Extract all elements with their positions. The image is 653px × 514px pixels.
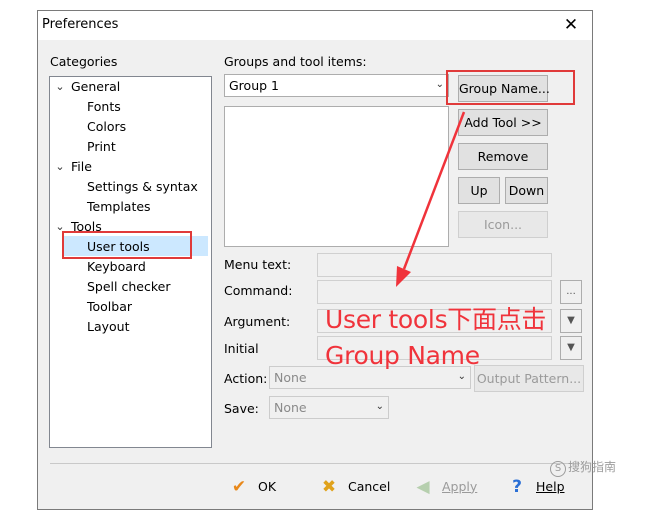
checkmark-icon: ✔ [231,476,247,497]
cancel-label: Cancel [348,478,391,494]
help-question-icon: ? [512,476,522,497]
help-label: Help [536,478,565,494]
footer-separator [50,463,580,464]
watermark: S 搜狗指南 [550,458,616,477]
apply-label: Apply [442,478,478,494]
annotation-text-line1: User tools下面点击 [325,305,547,334]
watermark-logo-icon: S [550,461,566,477]
annotation-arrow [396,111,466,287]
ok-button[interactable]: ✔ OK [228,473,276,499]
preferences-dialog: Preferences ✕ Categories ⌄ General Fonts… [37,10,593,510]
ok-label: OK [258,478,277,494]
apply-button[interactable]: ◀ Apply [412,473,477,499]
apply-arrow-icon: ◀ [416,476,430,497]
cancel-button[interactable]: ✖ Cancel [318,473,390,499]
annotation-text-line2: Group Name [325,341,480,370]
cancel-x-icon: ✖ [321,476,337,497]
watermark-text: 搜狗指南 [568,460,617,474]
